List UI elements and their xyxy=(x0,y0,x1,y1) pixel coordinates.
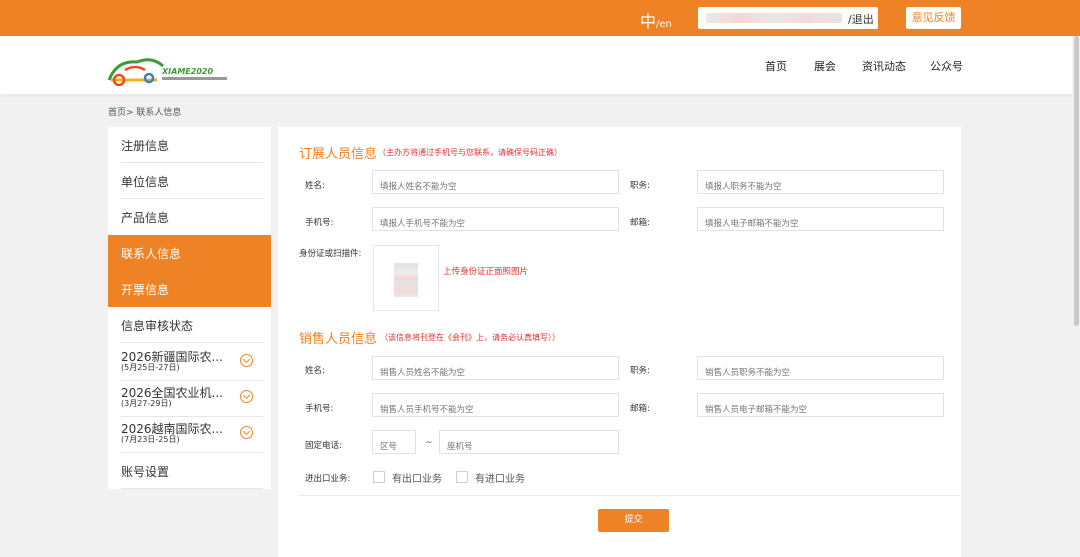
import-business-checkbox[interactable] xyxy=(456,471,468,483)
sidebar-item-label: 开票信息 xyxy=(121,283,170,297)
id-card-label: 身份证或扫描件: xyxy=(299,249,362,259)
sales-phone-input[interactable] xyxy=(372,393,619,417)
account-name-blurred xyxy=(706,13,842,23)
booking-email-input[interactable] xyxy=(697,207,944,231)
sidebar-item-label: 产品信息 xyxy=(121,211,170,225)
sales-section-title: 销售人员信息 xyxy=(299,332,378,347)
logo-subtitle xyxy=(162,77,227,80)
area-code-input[interactable] xyxy=(372,430,416,454)
account-box: /退出 xyxy=(698,7,878,29)
sidebar-item-review-status[interactable]: 信息审核状态 xyxy=(108,307,271,343)
contact-form-panel: 订展人员信息 （主办方将通过手机号与您联系，请确保号码正确） 姓名: 职务: 手… xyxy=(278,127,961,557)
expo-dates: (5月25日-27日) xyxy=(121,363,180,372)
booking-phone-input[interactable] xyxy=(372,207,619,231)
booking-section-note: （主办方将通过手机号与您联系，请确保号码正确） xyxy=(378,148,562,157)
sales-email-input[interactable] xyxy=(697,393,944,417)
sidebar-item-label: 信息审核状态 xyxy=(121,319,194,333)
booking-email-label: 邮箱: xyxy=(630,218,650,228)
logout-link[interactable]: /退出 xyxy=(848,11,874,27)
upload-id-card-link[interactable]: 上传身份证正面照图片 xyxy=(443,265,528,277)
sidebar-item-label: 联系人信息 xyxy=(121,247,182,261)
nav-official-account[interactable]: 公众号 xyxy=(930,58,963,74)
divider xyxy=(121,342,263,343)
site-header: XIAME2020 首页 展会 资讯动态 公众号 xyxy=(0,36,1080,94)
booking-phone-label: 手机号: xyxy=(305,218,334,228)
import-business-label[interactable]: 有进口业务 xyxy=(475,470,525,485)
breadcrumb: 首页> 联系人信息 xyxy=(108,108,182,118)
scrollbar-thumb[interactable] xyxy=(1074,36,1079,326)
sidebar-item-label: 账号设置 xyxy=(121,465,170,479)
feedback-button[interactable]: 意见反馈 xyxy=(906,7,961,29)
form-divider xyxy=(299,495,960,496)
sidebar-item-registration[interactable]: 注册信息 xyxy=(108,127,271,163)
export-business-checkbox[interactable] xyxy=(373,471,385,483)
logo-text: XIAME2020 xyxy=(162,67,214,76)
id-card-thumbnail xyxy=(394,263,418,297)
sidebar-item-label: 注册信息 xyxy=(121,139,170,153)
sidebar-item-contacts[interactable]: 联系人信息 xyxy=(108,235,271,271)
expo-dates: (3月27-29日) xyxy=(121,399,172,408)
lang-zh[interactable]: 中 xyxy=(640,12,656,31)
divider xyxy=(121,488,263,489)
sidebar-item-products[interactable]: 产品信息 xyxy=(108,199,271,235)
sales-position-label: 职务: xyxy=(630,366,650,376)
sales-phone-label: 手机号: xyxy=(305,404,334,414)
range-separator: ~ xyxy=(425,438,433,448)
chevron-down-icon[interactable] xyxy=(240,426,253,439)
sidebar-expo-xinjiang[interactable]: 2026新疆国际农... (5月25日-27日) xyxy=(108,345,271,381)
logo-graphic xyxy=(107,58,165,87)
language-switch[interactable]: 中/en xyxy=(640,8,672,32)
booking-position-label: 职务: xyxy=(630,181,650,191)
trade-business-label: 进出口业务: xyxy=(305,474,351,484)
nav-home[interactable]: 首页 xyxy=(765,58,787,74)
sales-position-input[interactable] xyxy=(697,356,944,380)
submit-button[interactable]: 提交 xyxy=(598,509,669,532)
sidebar-item-label: 单位信息 xyxy=(121,175,170,189)
lang-en[interactable]: /en xyxy=(656,19,672,30)
sidebar: 注册信息 单位信息 产品信息 联系人信息 开票信息 信息审核状态 2026新疆国… xyxy=(108,127,271,489)
sales-email-label: 邮箱: xyxy=(630,404,650,414)
landline-label: 固定电话: xyxy=(305,441,342,451)
sales-name-label: 姓名: xyxy=(305,366,325,376)
site-logo[interactable]: XIAME2020 xyxy=(107,50,227,87)
chevron-down-icon[interactable] xyxy=(240,354,253,367)
nav-expo[interactable]: 展会 xyxy=(814,58,836,74)
nav-news[interactable]: 资讯动态 xyxy=(862,58,906,74)
sales-name-input[interactable] xyxy=(372,356,619,380)
sidebar-item-account-settings[interactable]: 账号设置 xyxy=(108,453,271,489)
sales-section-note: （该信息将刊登在《会刊》上，请务必认真填写）） xyxy=(380,333,560,342)
sidebar-expo-vietnam[interactable]: 2026越南国际农... (7月23日-25日) xyxy=(108,417,271,453)
top-bar: 中/en /退出 意见反馈 xyxy=(0,0,1080,36)
booking-name-label: 姓名: xyxy=(305,181,325,191)
booking-name-input[interactable] xyxy=(372,170,619,194)
sidebar-expo-agri-machinery[interactable]: 2026全国农业机... (3月27-29日) xyxy=(108,381,271,417)
sidebar-item-company[interactable]: 单位信息 xyxy=(108,163,271,199)
expo-dates: (7月23日-25日) xyxy=(121,435,180,444)
export-business-label[interactable]: 有出口业务 xyxy=(392,470,442,485)
landline-number-input[interactable] xyxy=(439,430,619,454)
chevron-down-icon[interactable] xyxy=(240,390,253,403)
booking-section-title: 订展人员信息 xyxy=(299,147,378,162)
id-card-upload-box[interactable] xyxy=(373,245,439,311)
booking-position-input[interactable] xyxy=(697,170,944,194)
sidebar-item-invoice[interactable]: 开票信息 xyxy=(108,271,271,307)
